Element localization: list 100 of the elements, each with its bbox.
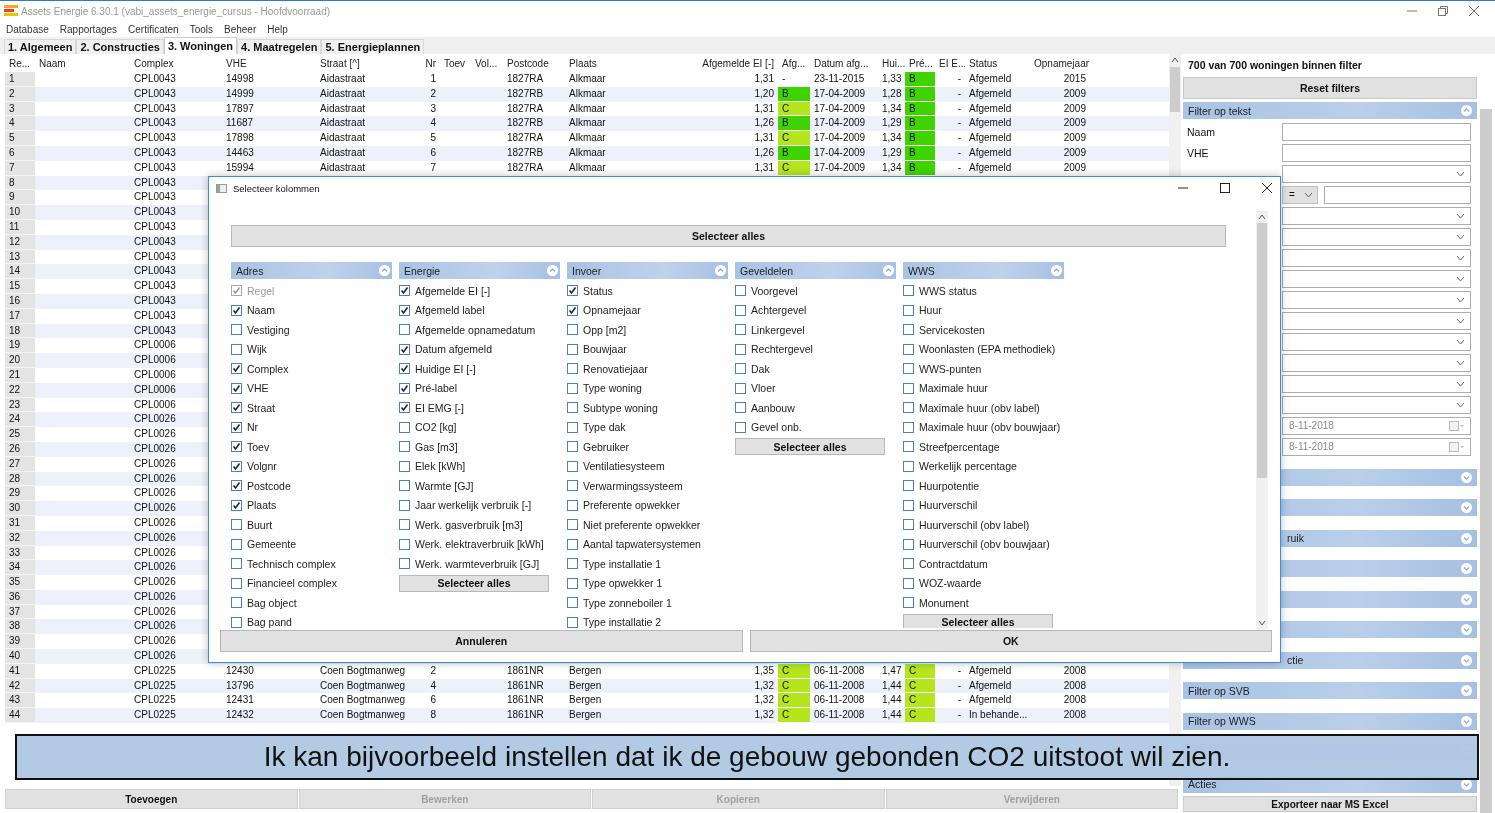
table-cell-text: Alkmaar [568, 131, 607, 146]
energy-label-cell: B [905, 116, 935, 132]
table-cell-text: Afgemeld [968, 160, 1013, 175]
table-cell-text: 1,44 [881, 678, 903, 693]
table-cell-text: Coen Bogtmanweg [319, 663, 407, 678]
table-cell-text: 1,44 [881, 693, 903, 708]
table-cell-text: Aidastraat [319, 116, 367, 131]
table-cell-text: 06-11-2008 [813, 708, 866, 723]
table-cell-text: - [956, 160, 962, 175]
row-number: 15 [5, 279, 35, 294]
table-cell-text: 2015 [1062, 72, 1087, 86]
table-cell-text: CPL0006 [133, 338, 177, 353]
table-cell-text: 1,32 [753, 708, 775, 723]
table-cell-text: 1 [429, 72, 437, 86]
table-cell-text: 15994 [225, 160, 255, 175]
table-cell-text: 1827RA [506, 101, 545, 116]
table-cell-text: 1,34 [881, 131, 903, 146]
table-cell-text: 8 [429, 708, 437, 723]
table-cell-text: 17-04-2009 [813, 116, 867, 131]
table-cell-text: CPL0043 [133, 264, 177, 279]
table-cell-text: 2 [429, 663, 437, 678]
energy-label-cell: C [778, 131, 810, 146]
table-cell-text: 6 [429, 693, 437, 708]
table-cell-text: 1861NR [506, 663, 545, 678]
field-label: VHE [1187, 146, 1209, 159]
table-cell-text: 2009 [1062, 101, 1087, 116]
table-cell-text: Afgemeld [968, 86, 1013, 101]
table-cell-text: 6 [429, 146, 437, 160]
table-cell-text: CPL0026 [133, 634, 177, 649]
table-cell-text: Bergen [568, 693, 603, 708]
table-cell-text: 4 [429, 116, 437, 131]
table-cell-text: CPL0043 [133, 205, 177, 220]
table-cell-text: Afgemeld [968, 678, 1013, 693]
table-cell-text: Afgemeld [968, 101, 1013, 116]
table-cell-text: 2008 [1062, 693, 1087, 708]
table-cell-text: CPL0225 [133, 693, 177, 708]
table-cell-text: CPL0043 [133, 131, 177, 146]
table-cell-text: CPL0026 [133, 604, 177, 619]
table-cell-text: 1,26 [753, 116, 775, 131]
table-cell-text: 12431 [225, 693, 255, 708]
field-label: Naam [1187, 125, 1215, 138]
caption-overlay: Ik kan bijvoorbeeld instellen dat ik de gebouw gebonden CO2 uitstoot wil zien. [15, 734, 1479, 780]
table-cell-text: CPL0043 [133, 234, 177, 249]
table-cell-text: - [956, 663, 962, 678]
table-cell-text: 13796 [225, 678, 255, 693]
table-cell-text: Alkmaar [568, 72, 607, 86]
table-cell-text: 17-04-2009 [813, 131, 867, 146]
filter-count: 700 van 700 woningen binnen filter [1187, 58, 1363, 73]
table-cell-text: CPL0006 [133, 382, 177, 397]
row-number: 1 [5, 72, 35, 87]
table-cell-text: Afgemeld [968, 131, 1013, 146]
energy-label-cell: C [778, 708, 810, 724]
table-cell-text: 1827RA [506, 72, 545, 86]
table-cell-text: CPL0043 [133, 249, 177, 264]
table-cell-text: 1,29 [881, 116, 903, 131]
table-cell-text: - [956, 101, 962, 116]
table-cell-text: CPL0026 [133, 486, 177, 501]
table-cell-text: CPL0026 [133, 441, 177, 456]
table-cell-text: 14998 [225, 72, 255, 86]
table-cell-text: 7 [429, 160, 437, 175]
row-number: 14 [5, 264, 35, 280]
table-cell-text: Afgemeld [968, 663, 1013, 678]
dialog-title: Selecteer kolommen [233, 182, 320, 194]
table-cell-text: 1,28 [881, 86, 903, 101]
table-cell-text: CPL0043 [133, 116, 177, 131]
table-cell-text: 06-11-2008 [813, 693, 866, 708]
table-cell-text: 2009 [1062, 116, 1087, 131]
table-cell-text: CPL0043 [133, 323, 177, 338]
table-cell-text: 06-11-2008 [813, 678, 866, 693]
table-cell-text: Bergen [568, 708, 603, 723]
table-cell-text: CPL0026 [133, 575, 177, 590]
table-cell-text: 17897 [225, 101, 255, 116]
row-number: 24 [5, 412, 35, 428]
table-cell-text: CPL0026 [133, 412, 177, 427]
table-cell-text: 1861NR [506, 678, 545, 693]
table-cell-text: 1827RA [506, 160, 545, 175]
energy-label-cell: B [905, 131, 935, 146]
table-cell-text: 2008 [1062, 678, 1087, 693]
table-cell-text: Alkmaar [568, 160, 607, 175]
table-cell-text: 1861NR [506, 693, 545, 708]
table-cell-text: 1,31 [753, 72, 775, 86]
table-cell-text: CPL0026 [133, 545, 177, 560]
table-cell-text: CPL0026 [133, 530, 177, 545]
table-cell-text: 17-04-2009 [813, 86, 867, 101]
row-number: 5 [5, 131, 35, 146]
table-cell-text: - [956, 86, 962, 101]
table-cell-text: CPL0043 [133, 293, 177, 308]
table-cell-text: CPL0026 [133, 427, 177, 442]
energy-label-cell: C [778, 693, 810, 709]
table-cell-text: Afgemeld [968, 146, 1013, 160]
table-cell-text: 4 [429, 678, 437, 693]
table-cell-text: 1,20 [753, 86, 775, 101]
table-cell-text: 1827RB [506, 116, 545, 131]
table-cell-text: Bergen [568, 678, 603, 693]
row-number: 9 [5, 190, 35, 206]
row-number: 30 [5, 501, 35, 516]
table-cell-text: 1,44 [881, 708, 903, 723]
table-cell-text: 1827RB [506, 146, 545, 160]
table-cell-text: CPL0043 [133, 190, 177, 205]
table-cell-text: Aidastraat [319, 146, 367, 160]
